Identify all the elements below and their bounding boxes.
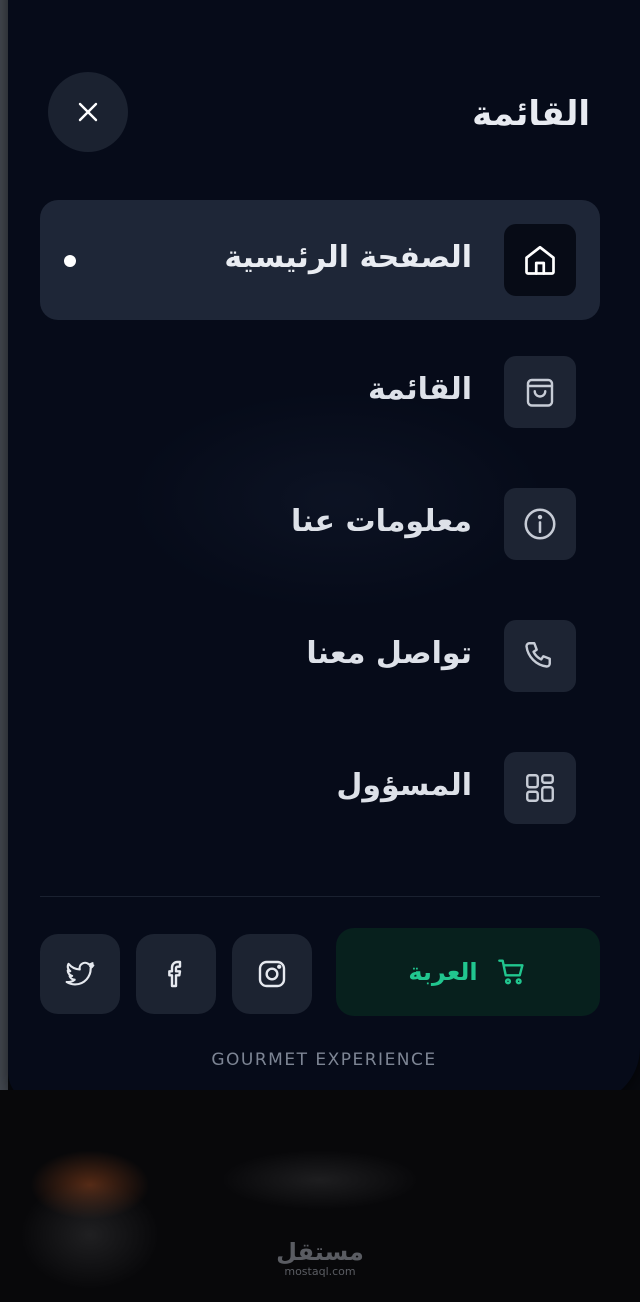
facebook-icon bbox=[160, 958, 192, 990]
shopping-bag-icon bbox=[504, 356, 576, 428]
home-icon bbox=[504, 224, 576, 296]
twitter-button[interactable] bbox=[40, 934, 120, 1014]
nav-label-menu: القائمة bbox=[368, 372, 472, 407]
blurred-text bbox=[220, 1150, 420, 1210]
instagram-icon bbox=[256, 958, 288, 990]
nav-label-about: معلومات عنا bbox=[291, 504, 472, 539]
watermark: مستقل mostaql.com bbox=[0, 1238, 640, 1278]
nav-item-menu[interactable]: القائمة bbox=[40, 332, 600, 452]
left-edge-strip bbox=[0, 0, 8, 1090]
divider bbox=[40, 896, 600, 897]
nav-label-admin: المسؤول bbox=[336, 768, 472, 803]
nav-item-contact[interactable]: تواصل معنا bbox=[40, 596, 600, 716]
twitter-icon bbox=[64, 958, 96, 990]
background-content: مستقل mostaql.com bbox=[0, 1090, 640, 1302]
facebook-button[interactable] bbox=[136, 934, 216, 1014]
menu-title: القائمة bbox=[472, 94, 590, 134]
tagline: GOURMET EXPERIENCE bbox=[211, 1050, 437, 1070]
cart-label: العربة bbox=[408, 958, 478, 986]
close-icon bbox=[76, 100, 100, 124]
active-indicator bbox=[64, 255, 76, 267]
instagram-button[interactable] bbox=[232, 934, 312, 1014]
cart-icon bbox=[496, 956, 528, 988]
nav-label-home: الصفحة الرئيسية bbox=[224, 240, 472, 275]
side-menu-panel: القائمة الصفحة الرئيسية القائمة معلومات … bbox=[8, 0, 640, 1104]
cart-button[interactable]: العربة bbox=[336, 928, 600, 1016]
phone-icon bbox=[504, 620, 576, 692]
watermark-latin: mostaql.com bbox=[284, 1265, 356, 1278]
watermark-arabic: مستقل bbox=[276, 1238, 364, 1266]
nav-label-contact: تواصل معنا bbox=[306, 636, 472, 671]
nav-item-about[interactable]: معلومات عنا bbox=[40, 464, 600, 584]
nav-item-admin[interactable]: المسؤول bbox=[40, 728, 600, 848]
close-button[interactable] bbox=[48, 72, 128, 152]
nav-item-home[interactable]: الصفحة الرئيسية bbox=[40, 200, 600, 320]
info-icon bbox=[504, 488, 576, 560]
grid-icon bbox=[504, 752, 576, 824]
